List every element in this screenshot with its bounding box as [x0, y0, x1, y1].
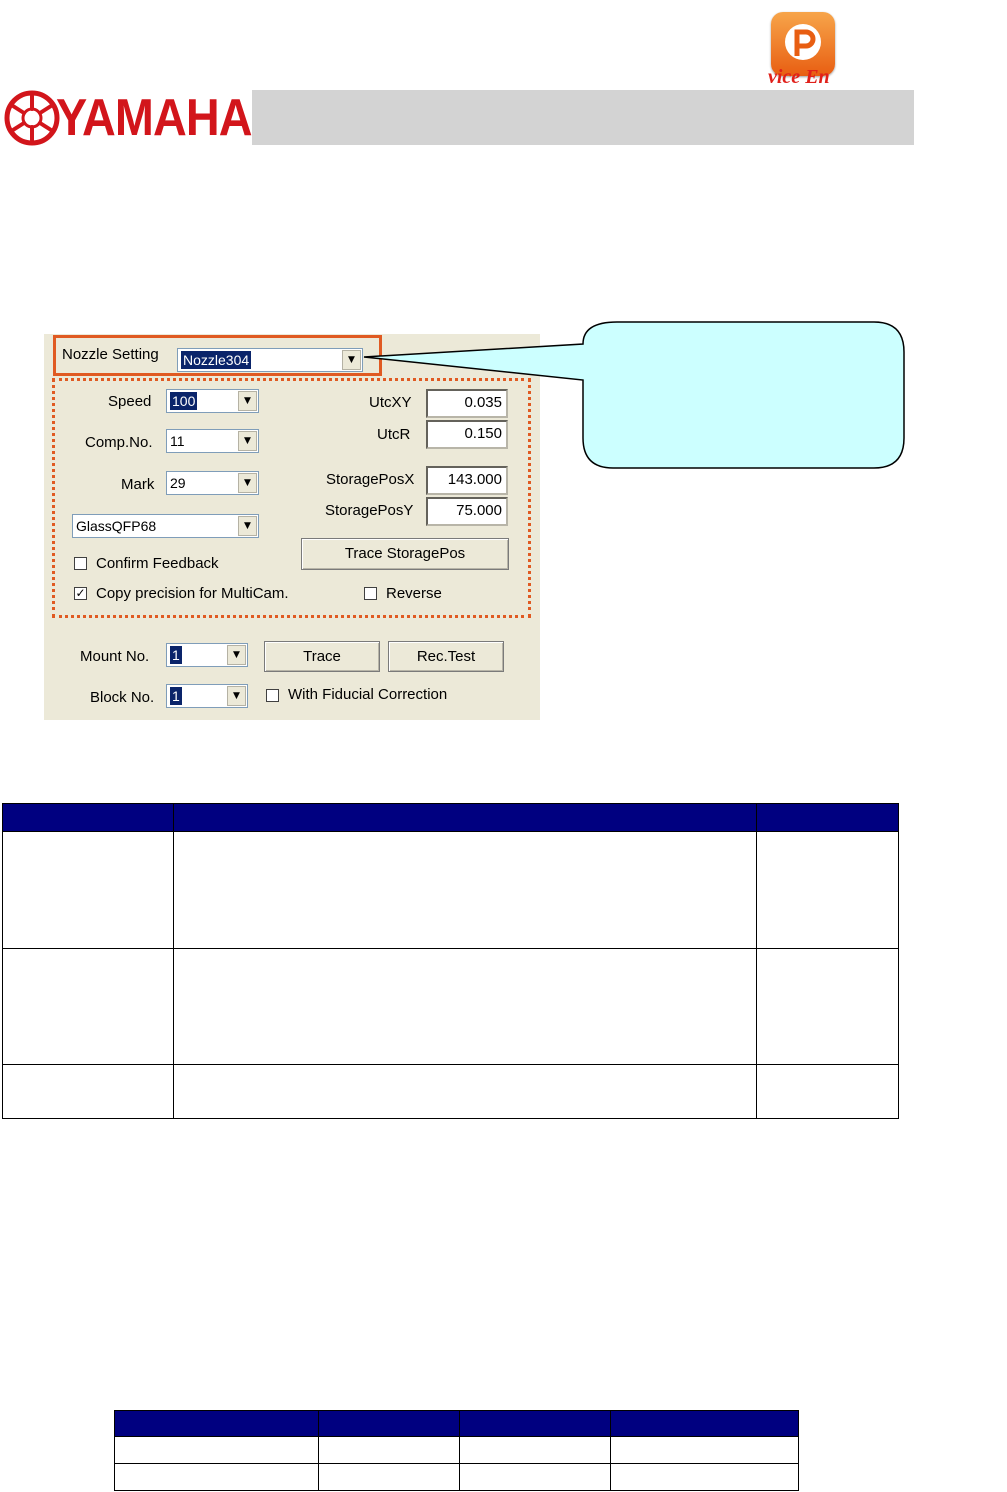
table-cell [458, 1436, 611, 1464]
table-header-cell [458, 1410, 611, 1437]
mount-no-label: Mount No. [80, 648, 150, 665]
mount-no-combo[interactable]: 1 ▼ [166, 643, 248, 667]
table-cell [756, 831, 899, 949]
fiducial-correction-checkbox[interactable] [266, 689, 279, 702]
table-header-cell [113, 1410, 320, 1437]
table-row [113, 1436, 800, 1464]
table-row [113, 1463, 800, 1491]
table-cell [609, 1436, 800, 1464]
table-cell [1, 948, 175, 1065]
chevron-down-icon[interactable]: ▼ [227, 686, 246, 706]
table-cell [173, 948, 758, 1065]
table-header-cell [318, 1410, 460, 1437]
rec-test-button[interactable]: Rec.Test [388, 641, 504, 672]
parameter-table [1, 803, 899, 1119]
table-cell [173, 831, 758, 949]
table-cell [1, 831, 175, 949]
table-header-cell [756, 803, 899, 832]
header-bar [252, 90, 914, 145]
block-no-combo[interactable]: 1 ▼ [166, 684, 248, 708]
table-row [1, 831, 899, 949]
brand-name: YAMAHA [56, 89, 253, 147]
mount-no-value: 1 [170, 646, 182, 664]
table-cell [756, 948, 899, 1065]
table-header-row [113, 1410, 800, 1437]
table-cell [173, 1064, 758, 1119]
table-cell [609, 1463, 800, 1491]
table-cell [113, 1463, 320, 1491]
block-no-value: 1 [170, 687, 182, 705]
callout-bubble [363, 321, 905, 469]
table-row [1, 948, 899, 1065]
nozzle-parameters-highlight [52, 378, 531, 618]
table-header-cell [609, 1410, 800, 1437]
trace-button[interactable]: Trace [264, 641, 380, 672]
table-cell [458, 1463, 611, 1491]
table-row [1, 1064, 899, 1119]
table-cell [1, 1064, 175, 1119]
watermark-text: vice En [768, 66, 830, 88]
nozzle-setting-highlight [53, 335, 382, 376]
block-no-label: Block No. [90, 689, 155, 706]
fiducial-correction-label: With Fiducial Correction [288, 686, 448, 703]
table-cell [113, 1436, 320, 1464]
table-cell [318, 1463, 460, 1491]
summary-table [113, 1410, 800, 1491]
chevron-down-icon[interactable]: ▼ [227, 645, 246, 665]
table-header-cell [1, 803, 175, 832]
table-cell [318, 1436, 460, 1464]
table-header-cell [173, 803, 758, 832]
table-cell [756, 1064, 899, 1119]
yamaha-logo-emblem [4, 90, 60, 146]
table-header-row [1, 803, 899, 832]
